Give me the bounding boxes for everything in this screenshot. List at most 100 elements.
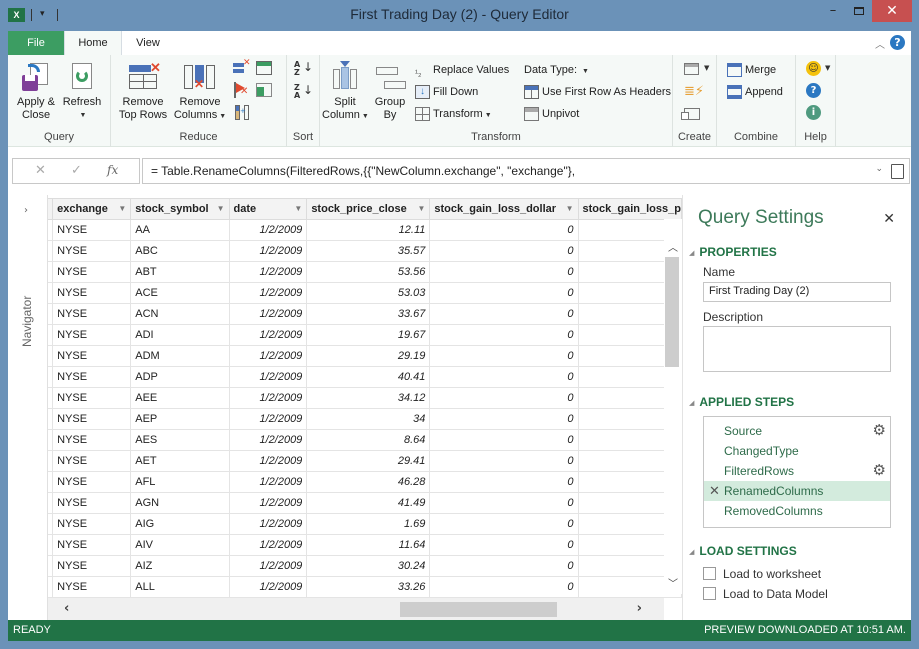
cancel-formula-icon[interactable]: ✕ [35, 163, 46, 178]
table-cell[interactable]: NYSE [52, 219, 132, 241]
table-cell[interactable]: AIZ [130, 555, 230, 577]
table-cell[interactable]: 11.64 [306, 534, 431, 556]
table-cell[interactable]: NYSE [52, 324, 132, 346]
remove-errors-icon[interactable]: ✕ [233, 82, 249, 98]
column-header[interactable]: exchange ▼ [52, 198, 132, 220]
table-cell[interactable]: ACE [130, 282, 230, 304]
table-cell[interactable]: 1/2/2009 [228, 513, 308, 535]
duplicate-column-icon[interactable] [681, 108, 700, 120]
table-cell[interactable]: 1/2/2009 [228, 429, 308, 451]
tab-home[interactable]: Home [64, 31, 122, 55]
collapse-ribbon-icon[interactable]: ︿ [875, 36, 885, 51]
table-row[interactable]: NYSE AET 1/2/2009 29.41 0 [48, 450, 682, 472]
table-cell[interactable]: 0 [429, 450, 579, 472]
sort-descending-icon[interactable]: Z A ↓ [294, 84, 313, 100]
table-cell[interactable]: 29.19 [306, 345, 431, 367]
table-cell[interactable]: ABT [130, 261, 230, 283]
table-cell[interactable]: NYSE [52, 303, 132, 325]
table-row[interactable]: NYSE AIG 1/2/2009 1.69 0 [48, 513, 682, 535]
table-cell[interactable]: AA [130, 219, 230, 241]
table-cell[interactable]: 1/2/2009 [228, 366, 308, 388]
table-cell[interactable]: AFL [130, 471, 230, 493]
table-cell[interactable]: 1/2/2009 [228, 576, 308, 598]
table-row[interactable]: NYSE AFL 1/2/2009 46.28 0 [48, 471, 682, 493]
table-cell[interactable]: NYSE [52, 450, 132, 472]
table-cell[interactable]: 1.69 [306, 513, 431, 535]
table-cell[interactable]: 35.57 [306, 240, 431, 262]
table-cell[interactable]: 41.49 [306, 492, 431, 514]
table-cell[interactable]: 1/2/2009 [228, 471, 308, 493]
table-cell[interactable]: 29.41 [306, 450, 431, 472]
replace-values-button[interactable]: ¹₂ Replace Values [415, 60, 509, 80]
table-cell[interactable]: 0 [429, 513, 579, 535]
table-cell[interactable]: AIV [130, 534, 230, 556]
table-cell[interactable]: 1/2/2009 [228, 219, 308, 241]
table-cell[interactable]: NYSE [52, 576, 132, 598]
scroll-left-icon[interactable]: ‹ [64, 601, 69, 616]
checkbox-icon[interactable] [703, 587, 716, 600]
table-cell[interactable]: AES [130, 429, 230, 451]
table-cell[interactable]: 0 [429, 387, 579, 409]
table-cell[interactable]: NYSE [52, 282, 132, 304]
table-cell[interactable]: 1/2/2009 [228, 345, 308, 367]
keep-rows-icon[interactable] [256, 61, 272, 75]
insert-custom-column-icon[interactable] [684, 63, 699, 75]
scroll-up-icon[interactable]: ︿ [668, 239, 678, 254]
applied-steps-header[interactable]: ◢ APPLIED STEPS [689, 395, 794, 409]
scroll-right-icon[interactable]: › [637, 601, 642, 616]
applied-step[interactable]: ✕ RenamedColumns [704, 481, 890, 501]
table-cell[interactable]: AEE [130, 387, 230, 409]
maximize-button[interactable] [848, 0, 870, 22]
table-row[interactable]: NYSE AIZ 1/2/2009 30.24 0 [48, 555, 682, 577]
scroll-down-icon[interactable]: ﹀ [668, 575, 678, 590]
table-cell[interactable]: 0 [429, 408, 579, 430]
help-icon[interactable]: ? [890, 35, 905, 50]
table-cell[interactable]: 53.03 [306, 282, 431, 304]
table-cell[interactable]: NYSE [52, 240, 132, 262]
table-cell[interactable]: 12.11 [306, 219, 431, 241]
remove-columns-button[interactable]: ✕ Remove Columns ▼ [171, 61, 229, 123]
table-cell[interactable]: 0 [429, 219, 579, 241]
column-filter-icon[interactable]: ▼ [417, 204, 425, 213]
applied-step[interactable]: ChangedType [704, 441, 890, 461]
load-to-data-model-checkbox[interactable]: Load to Data Model [703, 587, 828, 601]
column-filter-icon[interactable]: ▼ [118, 204, 126, 213]
merge-button[interactable]: Merge [727, 60, 776, 80]
table-cell[interactable]: NYSE [52, 261, 132, 283]
confirm-formula-icon[interactable]: ✓ [71, 163, 82, 178]
keep-columns-icon[interactable] [256, 83, 272, 97]
applied-step[interactable]: RemovedColumns [704, 501, 890, 521]
table-cell[interactable]: 0 [429, 576, 579, 598]
advanced-editor-icon[interactable] [891, 164, 904, 179]
sort-ascending-icon[interactable]: A Z ↓ [294, 61, 313, 77]
applied-step[interactable]: FilteredRows ⚙ [704, 461, 890, 481]
minimize-button[interactable]: – [818, 0, 848, 22]
checkbox-icon[interactable] [703, 567, 716, 580]
table-cell[interactable]: 0 [429, 555, 579, 577]
unpivot-button[interactable]: Unpivot [524, 104, 579, 124]
table-cell[interactable]: 19.67 [306, 324, 431, 346]
expand-formula-icon[interactable]: ⌄ [875, 164, 883, 174]
table-cell[interactable]: ADM [130, 345, 230, 367]
table-row[interactable]: NYSE ADM 1/2/2009 29.19 0 [48, 345, 682, 367]
table-cell[interactable]: NYSE [52, 345, 132, 367]
table-cell[interactable]: NYSE [52, 492, 132, 514]
table-cell[interactable]: AET [130, 450, 230, 472]
table-cell[interactable]: 40.41 [306, 366, 431, 388]
table-cell[interactable]: AEP [130, 408, 230, 430]
table-cell[interactable]: 33.26 [306, 576, 431, 598]
expand-navigator-icon[interactable]: › [24, 205, 28, 216]
table-cell[interactable]: 33.67 [306, 303, 431, 325]
table-cell[interactable]: 1/2/2009 [228, 324, 308, 346]
fill-down-button[interactable]: ↓ Fill Down [415, 82, 478, 102]
table-cell[interactable]: ABC [130, 240, 230, 262]
table-cell[interactable]: 30.24 [306, 555, 431, 577]
load-settings-header[interactable]: ◢ LOAD SETTINGS [689, 544, 797, 558]
table-cell[interactable]: 0 [429, 240, 579, 262]
table-cell[interactable]: 1/2/2009 [228, 387, 308, 409]
close-settings-icon[interactable]: ✕ [883, 211, 895, 227]
remove-top-rows-button[interactable]: ✕ Remove Top Rows [115, 61, 171, 122]
table-cell[interactable]: 46.28 [306, 471, 431, 493]
table-cell[interactable]: 0 [429, 429, 579, 451]
step-settings-gear-icon[interactable]: ⚙ [873, 421, 886, 441]
